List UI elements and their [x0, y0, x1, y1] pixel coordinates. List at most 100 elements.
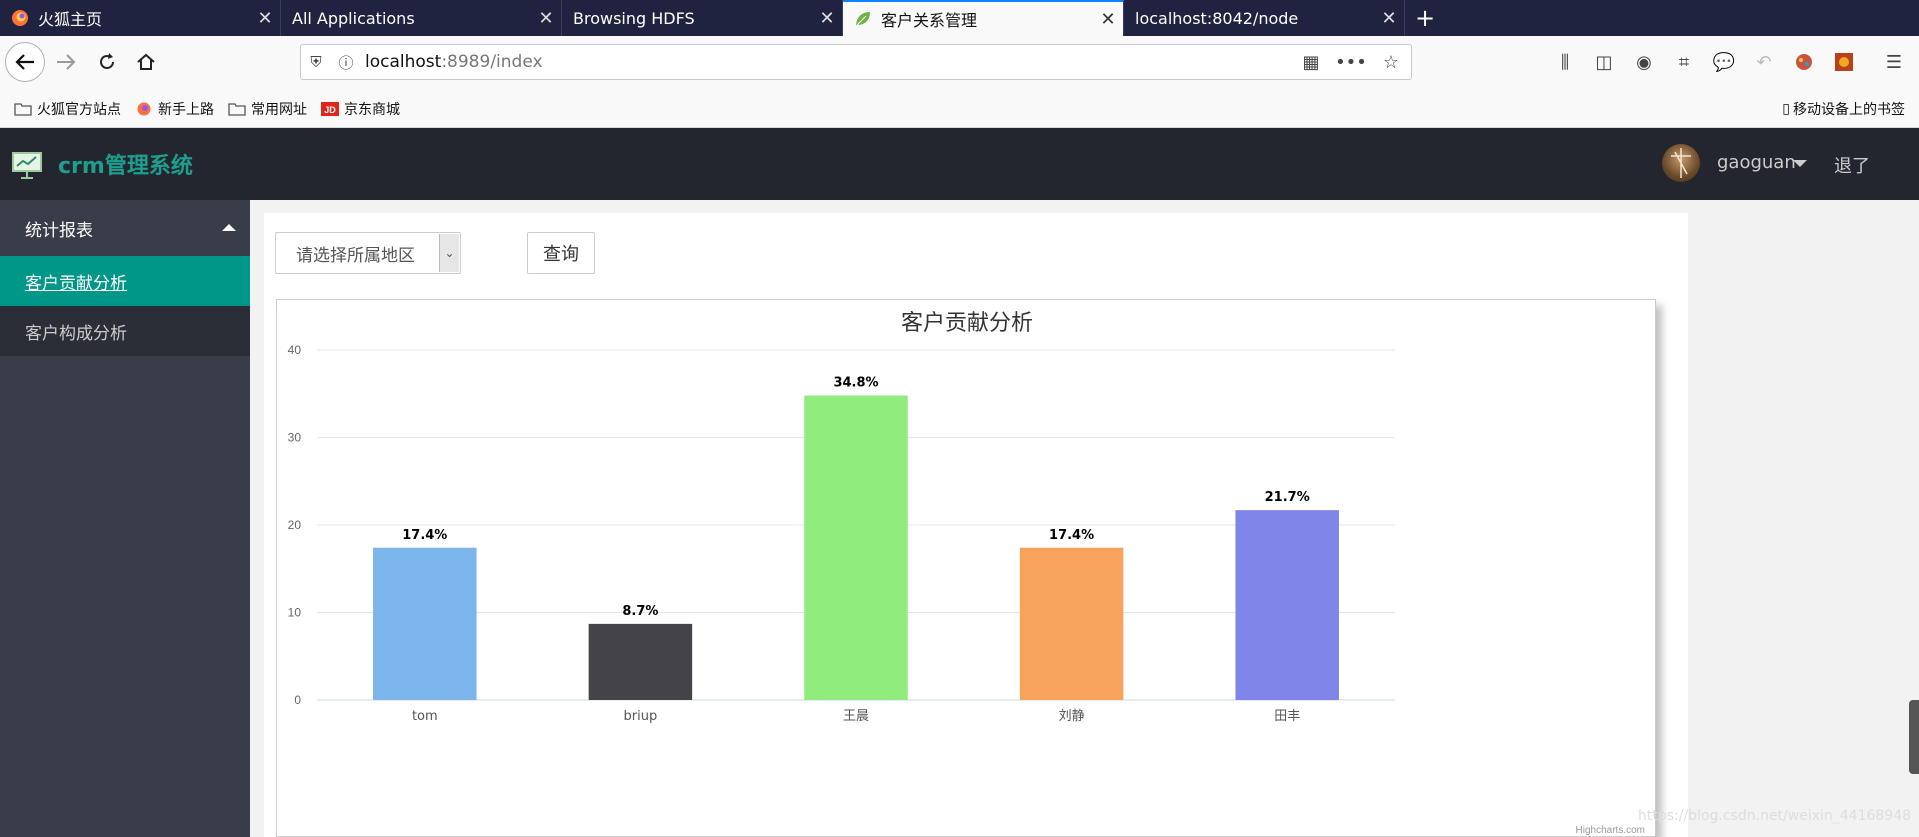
- data-label: 8.7%: [622, 604, 658, 619]
- chart-bars: [373, 395, 1339, 701]
- x-tick-label: tom: [412, 709, 438, 724]
- phone-icon: ▯: [1782, 101, 1790, 117]
- tab-title: Browsing HDFS: [573, 8, 695, 28]
- region-select-value: 请选择所属地区: [296, 245, 415, 266]
- chat-icon[interactable]: 💬: [1712, 50, 1736, 74]
- y-tick-label: 0: [294, 693, 301, 707]
- back-button[interactable]: [5, 42, 45, 82]
- info-icon[interactable]: ⓘ: [331, 52, 361, 73]
- sidebar-item-contribution[interactable]: 客户贡献分析: [0, 256, 250, 306]
- username[interactable]: gaoguan: [1717, 152, 1796, 173]
- library-icon[interactable]: ⫼: [1553, 50, 1577, 74]
- bookmark-item[interactable]: 火狐官方站点: [14, 99, 121, 119]
- sidebar-item-label: 客户贡献分析: [25, 273, 127, 294]
- scrollbar-handle[interactable]: [1909, 700, 1919, 774]
- forward-button[interactable]: [48, 44, 84, 80]
- address-bar[interactable]: ⛨ ⓘ localhost:8989/index ▦ ••• ☆: [300, 44, 1412, 80]
- tab-title: localhost:8042/node: [1135, 8, 1299, 28]
- url-port: :8989: [441, 52, 491, 72]
- firefox-icon: [137, 102, 151, 116]
- screenshot-icon[interactable]: ⌗: [1672, 50, 1696, 74]
- home-icon: [137, 53, 155, 70]
- account-icon[interactable]: ◉: [1632, 50, 1656, 74]
- app-name[interactable]: crm管理系统: [58, 148, 193, 180]
- chevron-down-icon[interactable]: ⌄: [439, 234, 459, 272]
- sidebar: 统计报表 客户贡献分析 客户构成分析: [0, 200, 250, 837]
- bar[interactable]: [588, 623, 693, 700]
- sidebar-item-composition[interactable]: 客户构成分析: [0, 306, 250, 356]
- region-select[interactable]: 请选择所属地区 ⌄: [275, 232, 461, 274]
- new-tab-button[interactable]: +: [1405, 0, 1445, 36]
- bookmark-star-icon[interactable]: ☆: [1371, 52, 1411, 73]
- addon-icon[interactable]: [1832, 50, 1856, 74]
- reload-button[interactable]: [89, 44, 125, 80]
- folder-icon: [228, 103, 246, 116]
- chart-credits[interactable]: Highcharts.com: [1576, 825, 1645, 836]
- reload-icon: [100, 53, 114, 69]
- bookmark-label: 火狐官方站点: [37, 102, 121, 118]
- close-tab-icon[interactable]: ✕: [531, 8, 561, 29]
- chart-title: 客户贡献分析: [901, 311, 1033, 336]
- bar[interactable]: [1235, 510, 1339, 700]
- user-avatar[interactable]: [1662, 144, 1700, 182]
- browser-tab-bar: 火狐主页 ✕ All Applications ✕ Browsing HDFS …: [0, 0, 1919, 36]
- mobile-bookmarks[interactable]: ▯ 移动设备上的书签: [1782, 92, 1905, 126]
- user-menu-caret-icon[interactable]: [1793, 160, 1807, 167]
- bar[interactable]: [1019, 547, 1124, 700]
- sidebar-group-label: 统计报表: [25, 220, 93, 241]
- browser-tab-2[interactable]: All Applications ✕: [281, 0, 562, 36]
- bar[interactable]: [804, 395, 908, 701]
- data-label: 17.4%: [1049, 528, 1094, 543]
- jd-icon: JD: [321, 102, 339, 116]
- logout-link[interactable]: 退了: [1834, 152, 1870, 178]
- url-path: /index: [490, 52, 543, 72]
- x-tick-label: briup: [624, 709, 658, 724]
- y-tick-label: 20: [288, 518, 302, 532]
- forward-arrow-icon: [57, 54, 76, 70]
- menu-icon[interactable]: ☰: [1882, 50, 1906, 74]
- close-tab-icon[interactable]: ✕: [1374, 8, 1404, 29]
- bookmarks-toolbar: 火狐官方站点 新手上路 常用网址 JD 京东商城 ▯ 移动设备上的书签: [0, 92, 1919, 126]
- chart-container: 客户贡献分析 0 10 20 30 40 17.4% tom 8.7% briup 34.8% 王晨…: [276, 299, 1656, 837]
- url-text[interactable]: localhost:8989/index: [365, 52, 1291, 72]
- browser-nav-bar: ⛨ ⓘ localhost:8989/index ▦ ••• ☆ ⫼ ◫ ◉ ⌗…: [0, 36, 1919, 128]
- data-label: 34.8%: [833, 376, 878, 391]
- tab-title: 火狐主页: [38, 10, 103, 29]
- collapse-arrow-icon: [222, 224, 236, 231]
- close-tab-icon[interactable]: ✕: [250, 8, 280, 29]
- shield-icon[interactable]: ⛨: [301, 53, 331, 71]
- x-tick-label: 王晨: [843, 709, 869, 724]
- browser-tab-4[interactable]: 客户关系管理 ✕: [843, 0, 1124, 36]
- more-actions-icon[interactable]: •••: [1331, 52, 1371, 73]
- query-button[interactable]: 查询: [527, 232, 595, 274]
- qr-code-icon[interactable]: ▦: [1291, 52, 1331, 73]
- bookmark-label: 新手上路: [158, 102, 214, 118]
- presentation-board-icon: [12, 152, 42, 179]
- undo-icon[interactable]: ↶: [1752, 50, 1776, 74]
- bookmark-item[interactable]: JD 京东商城: [321, 99, 400, 119]
- tab-title: All Applications: [292, 8, 415, 28]
- bookmark-item[interactable]: 常用网址: [228, 99, 307, 119]
- folder-icon: [14, 103, 32, 116]
- bookmark-label: 常用网址: [251, 102, 307, 118]
- close-tab-icon[interactable]: ✕: [1093, 9, 1123, 30]
- bookmark-label: 京东商城: [344, 102, 400, 118]
- browser-tab-5[interactable]: localhost:8042/node ✕: [1124, 0, 1405, 36]
- sidebar-group-reports[interactable]: 统计报表: [0, 200, 250, 256]
- y-tick-label: 40: [288, 343, 302, 357]
- browser-tab-3[interactable]: Browsing HDFS ✕: [562, 0, 843, 36]
- data-label: 21.7%: [1265, 490, 1310, 505]
- sidebar-toggle-icon[interactable]: ◫: [1592, 50, 1616, 74]
- bookmark-item[interactable]: 新手上路: [135, 99, 214, 119]
- close-tab-icon[interactable]: ✕: [812, 8, 842, 29]
- sun-icon: [1835, 53, 1853, 71]
- y-tick-label: 10: [288, 606, 302, 620]
- home-button[interactable]: [128, 44, 164, 80]
- browser-tab-1[interactable]: 火狐主页 ✕: [0, 0, 281, 36]
- watermark: https://blog.csdn.net/weixin_44168948: [1638, 808, 1912, 824]
- extension-icon[interactable]: [1792, 50, 1816, 74]
- bar[interactable]: [373, 547, 477, 700]
- mobile-bookmarks-label: 移动设备上的书签: [1793, 102, 1905, 118]
- palette-icon: [1796, 54, 1812, 70]
- svg-text:JD: JD: [324, 105, 336, 115]
